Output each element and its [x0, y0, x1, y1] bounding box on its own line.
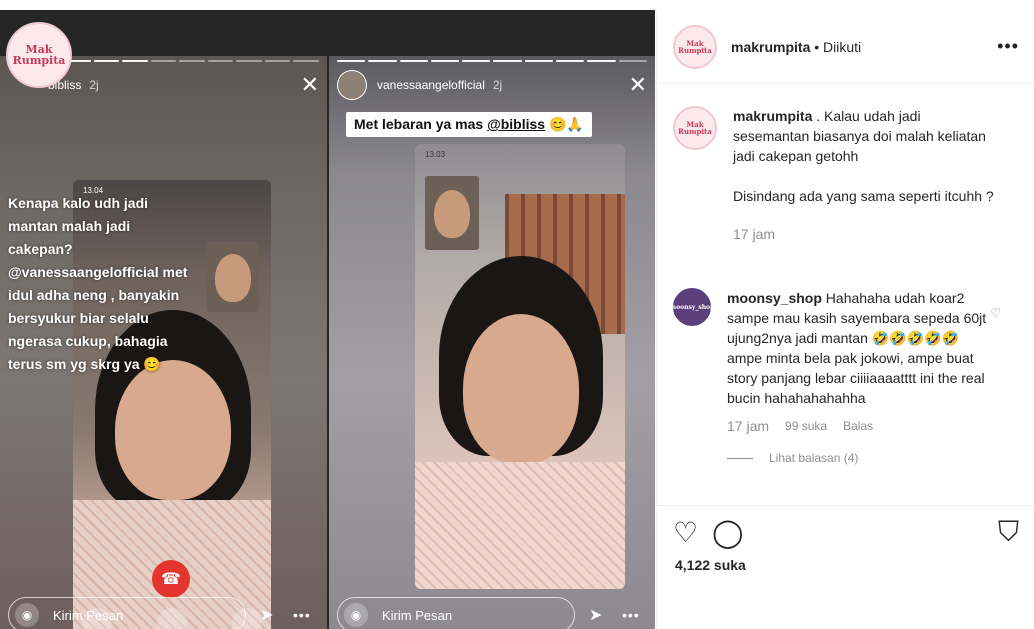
likes-count[interactable]: 4,122 suka	[657, 549, 1034, 573]
story-username[interactable]: vanessaangelofficial	[377, 78, 485, 92]
story-progress	[337, 60, 647, 62]
caption-username[interactable]: makrumpita	[733, 108, 812, 124]
action-row: ♡ ◯ ⛉	[657, 506, 1034, 549]
phone-time: 13.03	[425, 150, 446, 159]
reply-placeholder: Kirim Pesan	[382, 607, 453, 623]
post-header: Mak Rumpita makrumpita • Diikuti •••	[657, 10, 1034, 84]
close-icon[interactable]: ✕	[301, 74, 319, 96]
comment-text: Hahahaha udah koar2 sampe mau kasih saye…	[727, 290, 987, 406]
lace-top	[415, 462, 625, 589]
brand-logo: Mak Rumpita	[6, 22, 72, 88]
comment-time[interactable]: 17 jam	[727, 416, 769, 436]
more-options-icon[interactable]: •••	[997, 36, 1019, 57]
story-overlay-text: Kenapa kalo udh jadi mantan malah jadi c…	[8, 195, 188, 372]
story-avatar[interactable]	[337, 70, 367, 100]
pip-window	[207, 242, 259, 312]
post-sidebar: Mak Rumpita makrumpita • Diikuti ••• Mak…	[656, 10, 1034, 629]
more-icon[interactable]: •••	[293, 607, 311, 623]
story-caption-suffix: 😊🙏	[545, 116, 584, 132]
view-replies[interactable]: Lihat balasan (4)	[727, 448, 989, 468]
view-replies-label[interactable]: Lihat balasan (4)	[769, 448, 858, 468]
bookmark-icon[interactable]: ⛉	[998, 516, 1019, 549]
story-header: vanessaangelofficial 2j ✕	[337, 70, 647, 100]
reply-button[interactable]: Balas	[843, 416, 873, 436]
story-right[interactable]: vanessaangelofficial 2j ✕ Met lebaran ya…	[329, 56, 655, 629]
post-actions: ♡ ◯ ⛉ 4,122 suka	[657, 505, 1034, 573]
heart-icon[interactable]: ♡	[673, 516, 698, 549]
caption-avatar[interactable]: Mak Rumpita	[673, 106, 717, 150]
send-icon[interactable]: ➤	[260, 605, 273, 625]
account-info: makrumpita • Diikuti	[731, 39, 861, 55]
reply-placeholder: Kirim Pesan	[53, 607, 124, 623]
camera-icon[interactable]: ◉	[15, 603, 39, 627]
account-name[interactable]: makrumpita	[731, 39, 810, 55]
comment-body: moonsy_shop Hahahaha udah koar2 sampe ma…	[727, 288, 989, 468]
caption-body: makrumpita . Kalau udah jadi sesemantan …	[733, 106, 995, 244]
face-shape	[115, 360, 231, 500]
caption-text-2: Disindang ada yang sama seperti itcuhh ?	[733, 188, 994, 204]
comment-like-icon[interactable]: ♡	[990, 306, 1001, 320]
story-caption: Met lebaran ya mas @bibliss 😊🙏	[346, 112, 592, 137]
pip-window	[425, 176, 479, 250]
caption-comment: Mak Rumpita makrumpita . Kalau udah jadi…	[673, 106, 1019, 244]
story-caption-prefix: Met lebaran ya mas	[354, 116, 488, 132]
close-icon[interactable]: ✕	[629, 74, 647, 96]
send-icon[interactable]: ➤	[589, 605, 602, 625]
camera-icon[interactable]: ◉	[344, 603, 368, 627]
story-time: 2j	[492, 78, 503, 92]
account-avatar[interactable]: Mak Rumpita	[673, 24, 717, 69]
reply-input[interactable]: ◉ Kirim Pesan	[337, 597, 575, 629]
video-call-screenshot: 13.03	[415, 144, 625, 589]
hangup-icon: ☎	[152, 560, 190, 598]
brand-logo-text: Mak Rumpita	[12, 43, 66, 67]
more-icon[interactable]: •••	[622, 607, 640, 623]
commenter-avatar[interactable]: moonsy_shop	[670, 288, 714, 326]
story-media-area: Mak Rumpita bibliss 2j ✕ 13.04 Kenapa kal…	[0, 10, 655, 629]
reply-input[interactable]: ◉ Kirim Pesan	[8, 597, 246, 629]
story-time: 2j	[89, 78, 99, 92]
follow-status[interactable]: • Diikuti	[814, 39, 861, 55]
comment-icon[interactable]: ◯	[712, 516, 743, 549]
story-caption-mention[interactable]: @bibliss	[487, 116, 545, 132]
user-comment: moonsy_shop moonsy_shop Hahahaha udah ko…	[670, 288, 1019, 468]
face-shape	[463, 314, 579, 464]
comment-username[interactable]: moonsy_shop	[727, 290, 822, 306]
caption-time[interactable]: 17 jam	[733, 224, 995, 244]
story-left[interactable]: bibliss 2j ✕ 13.04 Kenapa kalo udh jadi …	[0, 56, 327, 629]
comment-likes[interactable]: 99 suka	[785, 416, 827, 436]
comment-meta: 17 jam 99 suka Balas	[727, 416, 989, 436]
